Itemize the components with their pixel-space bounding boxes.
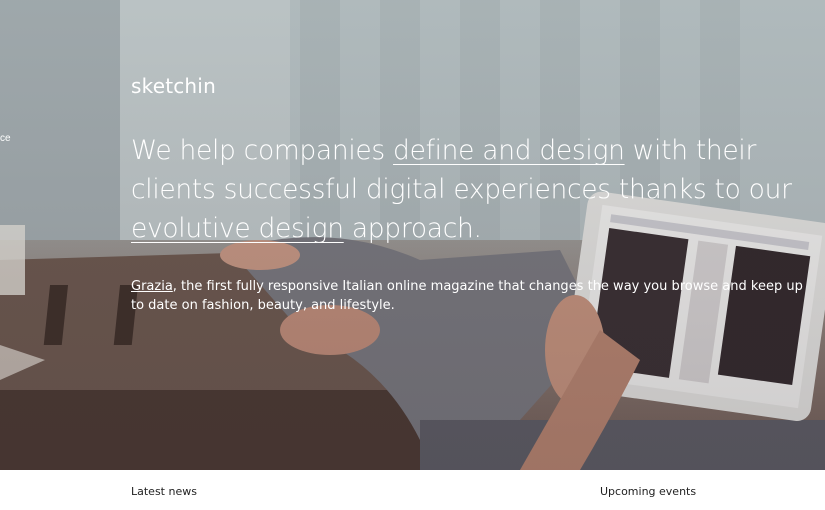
headline-text-1: We help companies [131, 135, 394, 166]
hero-headline: We help companies define and design with… [131, 131, 821, 248]
caption-text: , the first fully responsive Italian onl… [131, 279, 803, 313]
define-and-design-link[interactable]: define and design [393, 135, 625, 166]
evolutive-design-link[interactable]: evolutive design [131, 213, 344, 244]
side-text-fragment: ce [0, 133, 11, 144]
hero-caption: Grazia, the first fully responsive Itali… [131, 277, 816, 315]
headline-text-3: approach. [343, 213, 482, 244]
upcoming-events-heading: Upcoming events [600, 485, 697, 498]
latest-news-heading: Latest news [131, 485, 197, 498]
logo[interactable]: sketchin [131, 74, 216, 98]
grazia-link[interactable]: Grazia [131, 279, 173, 294]
